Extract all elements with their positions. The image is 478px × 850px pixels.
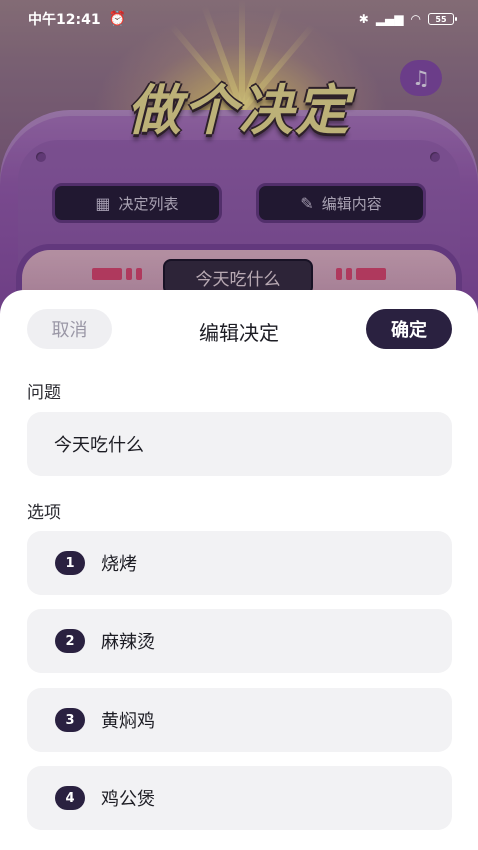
signal-icon: ▂▄▆	[375, 12, 404, 26]
alarm-off-icon: ⏰	[108, 11, 127, 27]
option-text: 鸡公煲	[101, 789, 155, 810]
option-number-badge: 2	[55, 629, 85, 653]
options-section-label: 选项	[27, 503, 61, 523]
option-text: 黄焖鸡	[101, 711, 155, 732]
option-text: 烧烤	[101, 554, 137, 575]
option-number-badge: 1	[55, 551, 85, 575]
option-text: 麻辣烫	[101, 632, 155, 653]
option-item[interactable]: 2 麻辣烫	[27, 609, 452, 673]
option-item[interactable]: 4 鸡公煲	[27, 766, 452, 830]
option-number-badge: 4	[55, 786, 85, 810]
edit-decision-sheet: 取消 编辑决定 确定 问题 今天吃什么 选项 1 烧烤 2 麻辣烫 3 黄焖鸡 …	[0, 290, 478, 850]
question-input[interactable]: 今天吃什么	[27, 412, 452, 476]
confirm-button[interactable]: 确定	[366, 309, 452, 349]
battery-icon: 55	[428, 13, 457, 25]
question-value: 今天吃什么	[54, 435, 144, 456]
status-time: 中午12:41	[28, 12, 101, 28]
status-bar: 中午12:41 ⏰ ✱ ▂▄▆ ◠ 55	[0, 0, 478, 38]
option-item[interactable]: 3 黄焖鸡	[27, 688, 452, 752]
wifi-icon: ◠	[410, 12, 421, 26]
bluetooth-icon: ✱	[358, 12, 369, 26]
option-number-badge: 3	[55, 708, 85, 732]
question-section-label: 问题	[27, 383, 61, 403]
option-item[interactable]: 1 烧烤	[27, 531, 452, 595]
